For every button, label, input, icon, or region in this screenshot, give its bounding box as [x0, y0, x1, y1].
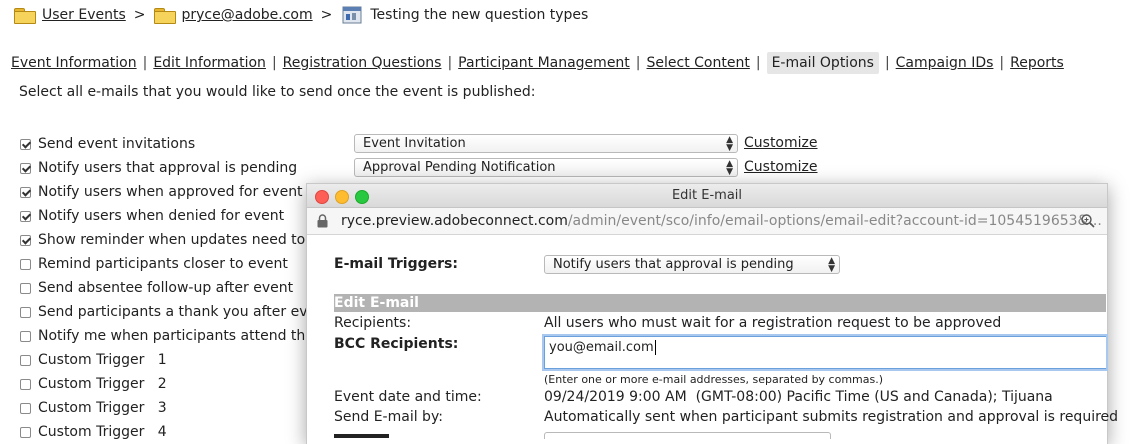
option-row: Send absentee follow-up after event — [20, 277, 293, 299]
tab-event-information[interactable]: Event Information — [11, 55, 137, 71]
breadcrumb: User Events > pryce@adobe.com > Testing … — [14, 4, 588, 26]
option-row: Notify users when denied for event — [20, 205, 284, 227]
breadcrumb-current: Testing the new question types — [370, 7, 589, 23]
option-label: Custom Trigger 1 — [38, 352, 167, 368]
tab-email-options[interactable]: E-mail Options — [766, 52, 879, 74]
date-label: Event date and time: — [334, 389, 482, 405]
tab-reports[interactable]: Reports — [1010, 55, 1064, 71]
select-value: Approval Pending Notification — [363, 160, 556, 175]
option-label: Notify users when approved for event — [38, 184, 303, 200]
checkbox[interactable] — [20, 138, 31, 150]
chevron-updown-icon: ▲ ▼ — [828, 256, 835, 274]
checkbox[interactable] — [20, 258, 31, 270]
triggers-select[interactable]: Notify users that approval is pending ▲ ▼ — [544, 255, 840, 274]
select-value: Event Invitation — [363, 136, 466, 151]
breadcrumb-item-user[interactable]: pryce@adobe.com — [182, 7, 313, 23]
option-label: Send absentee follow-up after event — [38, 280, 294, 296]
bcc-hint: (Enter one or more e-mail addresses, sep… — [544, 373, 884, 386]
bcc-input[interactable]: you@email.com — [544, 336, 1106, 369]
option-row: Custom Trigger 3 — [20, 397, 167, 419]
edit-email-window: Edit E-mail ryce.preview.adobeconnect.co… — [306, 183, 1118, 444]
checkbox[interactable] — [20, 210, 31, 222]
minimize-button[interactable] — [335, 190, 349, 204]
zoom-icon[interactable] — [1081, 214, 1095, 228]
invitation-template-select[interactable]: Event Invitation ▲ ▼ — [354, 134, 738, 153]
checkbox[interactable] — [20, 306, 31, 318]
folder-icon — [153, 7, 176, 24]
checkbox[interactable] — [20, 378, 31, 390]
chevron-updown-icon: ▲ ▼ — [726, 135, 733, 153]
option-label: Send event invitations — [38, 136, 196, 152]
option-label: Notify me when participants attend the e — [38, 328, 327, 344]
event-icon — [342, 6, 362, 24]
address-bar[interactable]: ryce.preview.adobeconnect.com/admin/even… — [307, 208, 1107, 235]
recipients-label: Recipients: — [334, 315, 412, 331]
close-button[interactable] — [315, 190, 329, 204]
bcc-label: BCC Recipients: — [334, 336, 459, 352]
select-value: Notify users that approval is pending — [553, 257, 794, 272]
send-value: Automatically sent when participant subm… — [544, 409, 1119, 425]
lock-icon — [317, 214, 328, 228]
breadcrumb-separator: > — [133, 7, 146, 23]
tab-registration-questions[interactable]: Registration Questions — [283, 55, 442, 71]
checkbox[interactable] — [20, 162, 31, 174]
option-label: Custom Trigger 2 — [38, 376, 167, 392]
option-label: Custom Trigger 4 — [38, 424, 167, 440]
folder-icon — [14, 7, 36, 24]
option-row: Show reminder when updates need to be — [20, 229, 327, 251]
option-row: Send event invitations — [20, 133, 195, 155]
option-label: Notify users that approval is pending — [38, 160, 298, 176]
cut-off-select[interactable] — [544, 432, 831, 439]
option-row: Send participants a thank you after even — [20, 301, 325, 323]
option-label: Show reminder when updates need to be — [38, 232, 328, 248]
checkbox[interactable] — [20, 330, 31, 342]
section-header: Edit E-mail — [334, 294, 1106, 312]
option-row: Notify users that approval is pending — [20, 157, 297, 179]
option-row: Notify me when participants attend the e — [20, 325, 327, 347]
intro-text: Select all e-mails that you would like t… — [19, 84, 536, 100]
window-title: Edit E-mail — [671, 188, 743, 203]
option-row: Custom Trigger 2 — [20, 373, 167, 395]
option-label: Send participants a thank you after even — [38, 304, 325, 320]
text-cursor — [654, 340, 656, 355]
checkbox[interactable] — [20, 402, 31, 414]
option-label: Notify users when denied for event — [38, 208, 285, 224]
tab-select-content[interactable]: Select Content — [647, 55, 750, 71]
option-row: Custom Trigger 1 — [20, 349, 167, 371]
customize-link[interactable]: Customize — [744, 135, 818, 151]
option-row: Remind participants closer to event — [20, 253, 288, 275]
breadcrumb-separator: > — [320, 7, 333, 23]
checkbox[interactable] — [20, 186, 31, 198]
zoom-button[interactable] — [355, 190, 369, 204]
url-host: ryce.preview.adobeconnect.com — [341, 213, 568, 229]
url-path: /admin/event/sco/info/email-options/emai… — [567, 213, 1102, 229]
chevron-updown-icon: ▲ ▼ — [726, 159, 733, 177]
event-nav: Event Information | Edit Information | Reg… — [11, 51, 1064, 75]
tab-campaign-ids[interactable]: Campaign IDs — [896, 55, 994, 71]
triggers-label: E-mail Triggers: — [334, 256, 458, 272]
window-titlebar: Edit E-mail — [307, 184, 1107, 208]
option-row: Notify users when approved for event — [20, 181, 303, 203]
tab-participant-management[interactable]: Participant Management — [458, 55, 630, 71]
checkbox[interactable] — [20, 282, 31, 294]
date-value: 09/24/2019 9:00 AM (GMT-08:00) Pacific T… — [544, 389, 1053, 405]
checkbox[interactable] — [20, 426, 31, 438]
option-label: Custom Trigger 3 — [38, 400, 167, 416]
cut-off-label — [334, 430, 394, 438]
breadcrumb-item-user-events[interactable]: User Events — [42, 7, 126, 23]
approval-template-select[interactable]: Approval Pending Notification ▲ ▼ — [354, 158, 738, 177]
option-label: Remind participants closer to event — [38, 256, 288, 272]
send-label: Send E-mail by: — [334, 409, 443, 425]
customize-link[interactable]: Customize — [744, 159, 818, 175]
tab-edit-information[interactable]: Edit Information — [153, 55, 266, 71]
option-row: Custom Trigger 4 — [20, 421, 167, 443]
checkbox[interactable] — [20, 354, 31, 366]
checkbox[interactable] — [20, 234, 31, 246]
recipients-value: All users who must wait for a registrati… — [544, 315, 1002, 331]
